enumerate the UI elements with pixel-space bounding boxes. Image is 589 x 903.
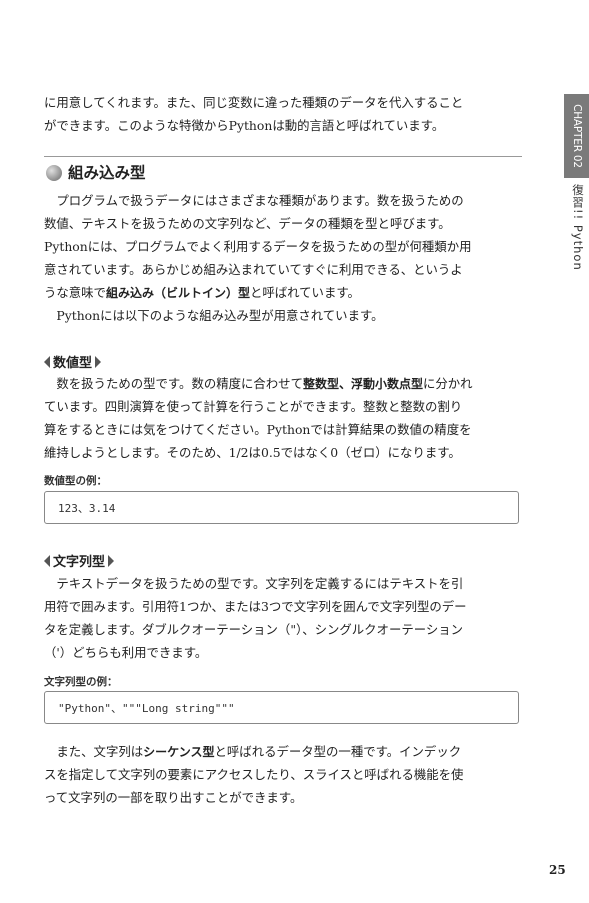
intro-line-1: に用意してくれます。また、同じ変数に違った種類のデータを代入すること xyxy=(44,95,464,110)
chapter-label: CHAPTER 02 xyxy=(570,104,583,168)
string-example-label: 文字列型の例： xyxy=(44,676,118,688)
intro-line-2: ができます。このような特徴からPythonは動的言語と呼ばれています。 xyxy=(44,118,445,133)
text-run: また、文字列は xyxy=(44,744,144,759)
chapter-tab: CHAPTER 02 xyxy=(564,94,589,178)
string-line-2: 用符で囲みます。引用符1つか、または3つで文字列を囲んで文字列型のデー xyxy=(44,599,467,614)
string-heading-text: 文字列型 xyxy=(53,555,106,570)
string-heading: 文字列型 xyxy=(44,551,115,571)
bracket-right-icon xyxy=(108,554,115,567)
string-line-1: テキストデータを扱うための型です。文字列を定義するにはテキストを引 xyxy=(44,576,464,591)
text-run: 数を扱うための型です。数の精度に合わせて xyxy=(44,376,303,391)
text-run: に分かれ xyxy=(423,376,473,391)
page-number: 25 xyxy=(549,863,566,877)
string-example-box: "Python"、"""Long string""" xyxy=(44,691,519,724)
closing-line-2: スを指定して文字列の要素にアクセスしたり、スライスと呼ばれる機能を使 xyxy=(44,767,464,782)
numeric-example-code: 123、3.14 xyxy=(58,502,116,515)
bullet-circle-icon xyxy=(46,165,62,181)
side-title: 復習!! Python xyxy=(571,184,585,271)
bold-term: シーケンス型 xyxy=(143,745,215,759)
bracket-right-icon xyxy=(95,355,102,368)
section-para-line-3: Pythonには、プログラムでよく利用するデータを扱うための型が何種類か用 xyxy=(44,239,472,254)
numeric-line-3: 算をするときには気をつけてください。Pythonでは計算結果の数値の精度を xyxy=(44,422,472,437)
string-line-4: （'）どちらも利用できます。 xyxy=(44,645,208,660)
numeric-heading-text: 数値型 xyxy=(53,356,93,371)
numeric-line-1: 数を扱うための型です。数の精度に合わせて整数型、浮動小数点型に分かれ xyxy=(44,373,522,396)
bold-term: 、 xyxy=(338,377,351,391)
text-run: うな意味で xyxy=(44,285,106,300)
numeric-example-label: 数値型の例： xyxy=(44,475,107,487)
section-para-line-2: 数値、テキストを扱うための文字列など、データの種類を型と呼びます。 xyxy=(44,216,451,231)
bold-term: 浮動小数点型 xyxy=(351,377,424,391)
section-para-2: Pythonには以下のような組み込み型が用意されています。 xyxy=(44,308,384,323)
bold-term: 組み込み（ビルトイン）型 xyxy=(105,286,250,300)
string-line-3: タを定義します。ダブルクオーテーション（"）、シングルクオーテーション xyxy=(44,622,464,637)
bracket-left-icon xyxy=(44,554,50,567)
numeric-example-box: 123、3.14 xyxy=(44,491,519,524)
numeric-line-2: ています。四則演算を使って計算を行うことができます。整数と整数の割り xyxy=(44,399,463,414)
section-para-line-4: 意されています。あらかじめ組み込まれていてすぐに利用できる、というよ xyxy=(44,262,463,277)
section-para-line-5: うな意味で組み込み（ビルトイン）型と呼ばれています。 xyxy=(44,282,522,305)
bold-term: 整数型 xyxy=(302,377,339,391)
book-page: CHAPTER 02 復習!! Python に用意してくれます。また、同じ変数… xyxy=(0,0,589,903)
text-run: と呼ばれるデータ型の一種です。インデック xyxy=(214,744,462,759)
numeric-line-4: 維持しようとします。そのため、1/2は0.5ではなく0（ゼロ）になります。 xyxy=(44,445,461,460)
section-para-line-1: プログラムで扱うデータにはさまざまな種類があります。数を扱うための xyxy=(44,193,464,208)
closing-line-3: って文字列の一部を取り出すことができます。 xyxy=(44,790,303,805)
bracket-left-icon xyxy=(44,355,50,368)
numeric-heading: 数値型 xyxy=(44,352,102,372)
closing-line-1: また、文字列はシーケンス型と呼ばれるデータ型の一種です。インデック xyxy=(44,741,522,764)
section-title: 組み込み型 xyxy=(68,164,146,182)
string-example-code: "Python"、"""Long string""" xyxy=(58,702,235,715)
text-run: と呼ばれています。 xyxy=(249,285,360,300)
section-heading: 組み込み型 xyxy=(44,156,522,185)
